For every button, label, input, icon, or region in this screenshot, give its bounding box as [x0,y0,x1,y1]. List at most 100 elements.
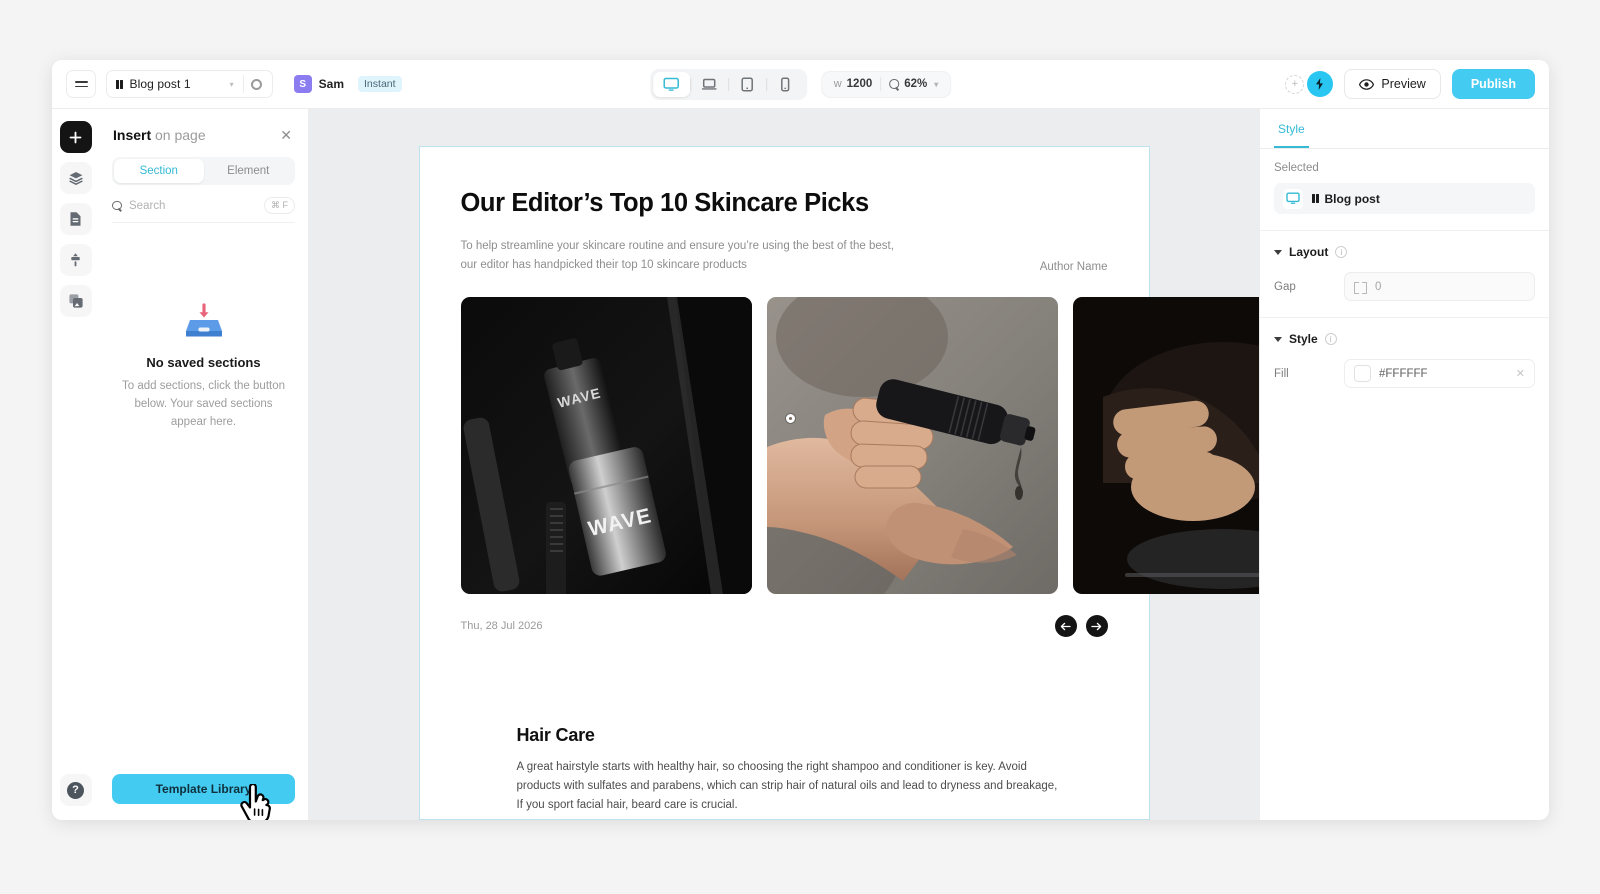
design-canvas[interactable]: Our Editor’s Top 10 Skincare Picks To he… [309,109,1259,820]
search-input[interactable]: Search ⌘ F [112,197,295,223]
tab-section[interactable]: Section [114,159,204,183]
search-icon [112,200,122,211]
device-tablet-button[interactable] [729,72,766,97]
document-bars-icon [116,79,123,89]
image-carousel[interactable]: WAVE WAVE [460,297,1259,595]
desktop-icon [663,77,679,91]
rail-item-theme[interactable] [59,244,92,276]
empty-state-description: To add sections, click the button below.… [121,380,285,428]
rail-item-pages[interactable] [59,203,92,235]
toolbar-right-group: + Preview Publish [1285,69,1535,99]
image-hotspot-marker[interactable] [785,414,795,424]
fill-label: Fill [1274,367,1289,380]
page-preview[interactable]: Our Editor’s Top 10 Skincare Picks To he… [418,146,1259,820]
chevron-down-icon[interactable]: ▾ [934,80,938,89]
help-icon: ? [67,781,84,799]
toolbar-left-group: Blog post 1 ▾ S Sam Instant [66,70,402,98]
device-desktop-button[interactable] [652,71,690,97]
app-window: Blog post 1 ▾ S Sam Instant w 1200 62% ▾… [52,60,1549,820]
chevron-down-icon[interactable] [1274,249,1282,255]
brand-logo-icon [1316,78,1324,90]
fill-value: #FFFFFF [1379,367,1428,380]
status-badge: Instant [358,76,402,92]
insert-title-strong: Insert [113,127,152,143]
empty-state: No saved sections To add sections, click… [99,303,308,774]
plus-icon [69,131,82,143]
settings-button[interactable] [244,71,270,97]
publish-button[interactable]: Publish [1451,69,1535,99]
product-photo-hand [766,297,1058,595]
device-switcher [649,68,807,100]
tab-style[interactable]: Style [1274,109,1309,148]
canvas-width-field[interactable]: w 1200 [826,78,881,90]
gap-input[interactable]: 0 [1344,272,1535,301]
desktop-icon [1283,188,1303,209]
tab-element[interactable]: Element [204,159,294,183]
pages-icon [70,212,81,226]
top-toolbar: Blog post 1 ▾ S Sam Instant w 1200 62% ▾… [52,60,1549,109]
rail-item-assets[interactable] [59,285,92,317]
mobile-icon [781,77,790,91]
selected-label: Selected [1274,162,1319,174]
gap-field-row: Gap 0 [1260,259,1549,301]
info-icon[interactable]: i [1335,246,1348,258]
hair-care-section[interactable]: Hair Care A great hairstyle starts with … [420,695,1149,815]
color-swatch[interactable] [1354,365,1371,382]
template-library-wrap: Template Library [99,774,308,820]
close-icon[interactable]: ✕ [280,128,292,142]
rail-item-insert[interactable] [59,121,92,153]
rail-item-layers[interactable] [59,162,92,194]
arrow-right-icon [1091,622,1102,630]
chevron-down-icon[interactable] [1274,336,1282,342]
carousel-prev-button[interactable] [1054,615,1077,638]
chevron-down-icon[interactable]: ▾ [221,80,243,89]
app-body: ? Insert on page ✕ Section Element Searc… [52,109,1549,820]
search-shortcut-badge: ⌘ F [264,197,295,214]
hero-footer: Thu, 28 Jul 2026 [460,615,1108,638]
carousel-card[interactable]: WAVE WAVE [460,297,752,595]
zoom-value: 62% [904,78,928,90]
carousel-card[interactable] [766,297,1058,595]
hero-subtitle: To help streamline your skincare routine… [460,240,894,271]
insert-panel-header: Insert on page ✕ [99,109,308,143]
product-photo-dark-hands [1072,297,1259,595]
fill-input[interactable]: #FFFFFF ✕ [1344,359,1535,388]
document-selector[interactable]: Blog post 1 ▾ [106,70,273,98]
info-icon[interactable]: i [1324,333,1337,345]
insert-panel: Insert on page ✕ Section Element Search … [99,109,309,820]
hero-date: Thu, 28 Jul 2026 [460,620,543,633]
zoom-level-field[interactable]: 62% ▾ [881,78,946,90]
hamburger-icon [74,80,88,88]
hero-section[interactable]: Our Editor’s Top 10 Skincare Picks To he… [420,147,1259,695]
search-icon [889,79,899,89]
carousel-next-button[interactable] [1085,615,1108,638]
saved-sections-inbox-icon [185,303,222,337]
clear-fill-button[interactable]: ✕ [1516,367,1525,380]
avatar[interactable]: S [293,75,312,93]
hero-author: Author Name [1039,261,1108,274]
carousel-card[interactable] [1072,297,1259,595]
help-button[interactable]: ? [59,774,92,806]
insert-panel-title: Insert on page [113,127,206,143]
document-name: Blog post 1 [129,77,191,91]
layout-group-header: Layout i [1260,231,1549,259]
search-placeholder: Search [129,199,166,212]
add-collaborator-button[interactable]: + [1285,74,1305,94]
device-mobile-button[interactable] [767,72,804,97]
zoom-controls: w 1200 62% ▾ [820,70,952,98]
gap-value: 0 [1375,280,1382,293]
user-presence: S Sam Instant [293,75,402,93]
selected-element-name: Blog post [1312,192,1380,206]
menu-button[interactable] [66,70,96,98]
document-bars-icon [1312,194,1319,203]
carousel-nav [1054,615,1108,638]
selected-section: Selected Blog post [1260,149,1549,214]
theme-brush-icon [71,253,80,267]
brand-avatar[interactable] [1307,71,1334,97]
template-library-button[interactable]: Template Library [112,774,295,804]
preview-button[interactable]: Preview [1344,69,1441,99]
layers-icon [68,172,83,185]
selected-element-chip[interactable]: Blog post [1274,183,1535,214]
device-laptop-button[interactable] [691,72,728,97]
layout-group-title: Layout [1289,245,1329,259]
